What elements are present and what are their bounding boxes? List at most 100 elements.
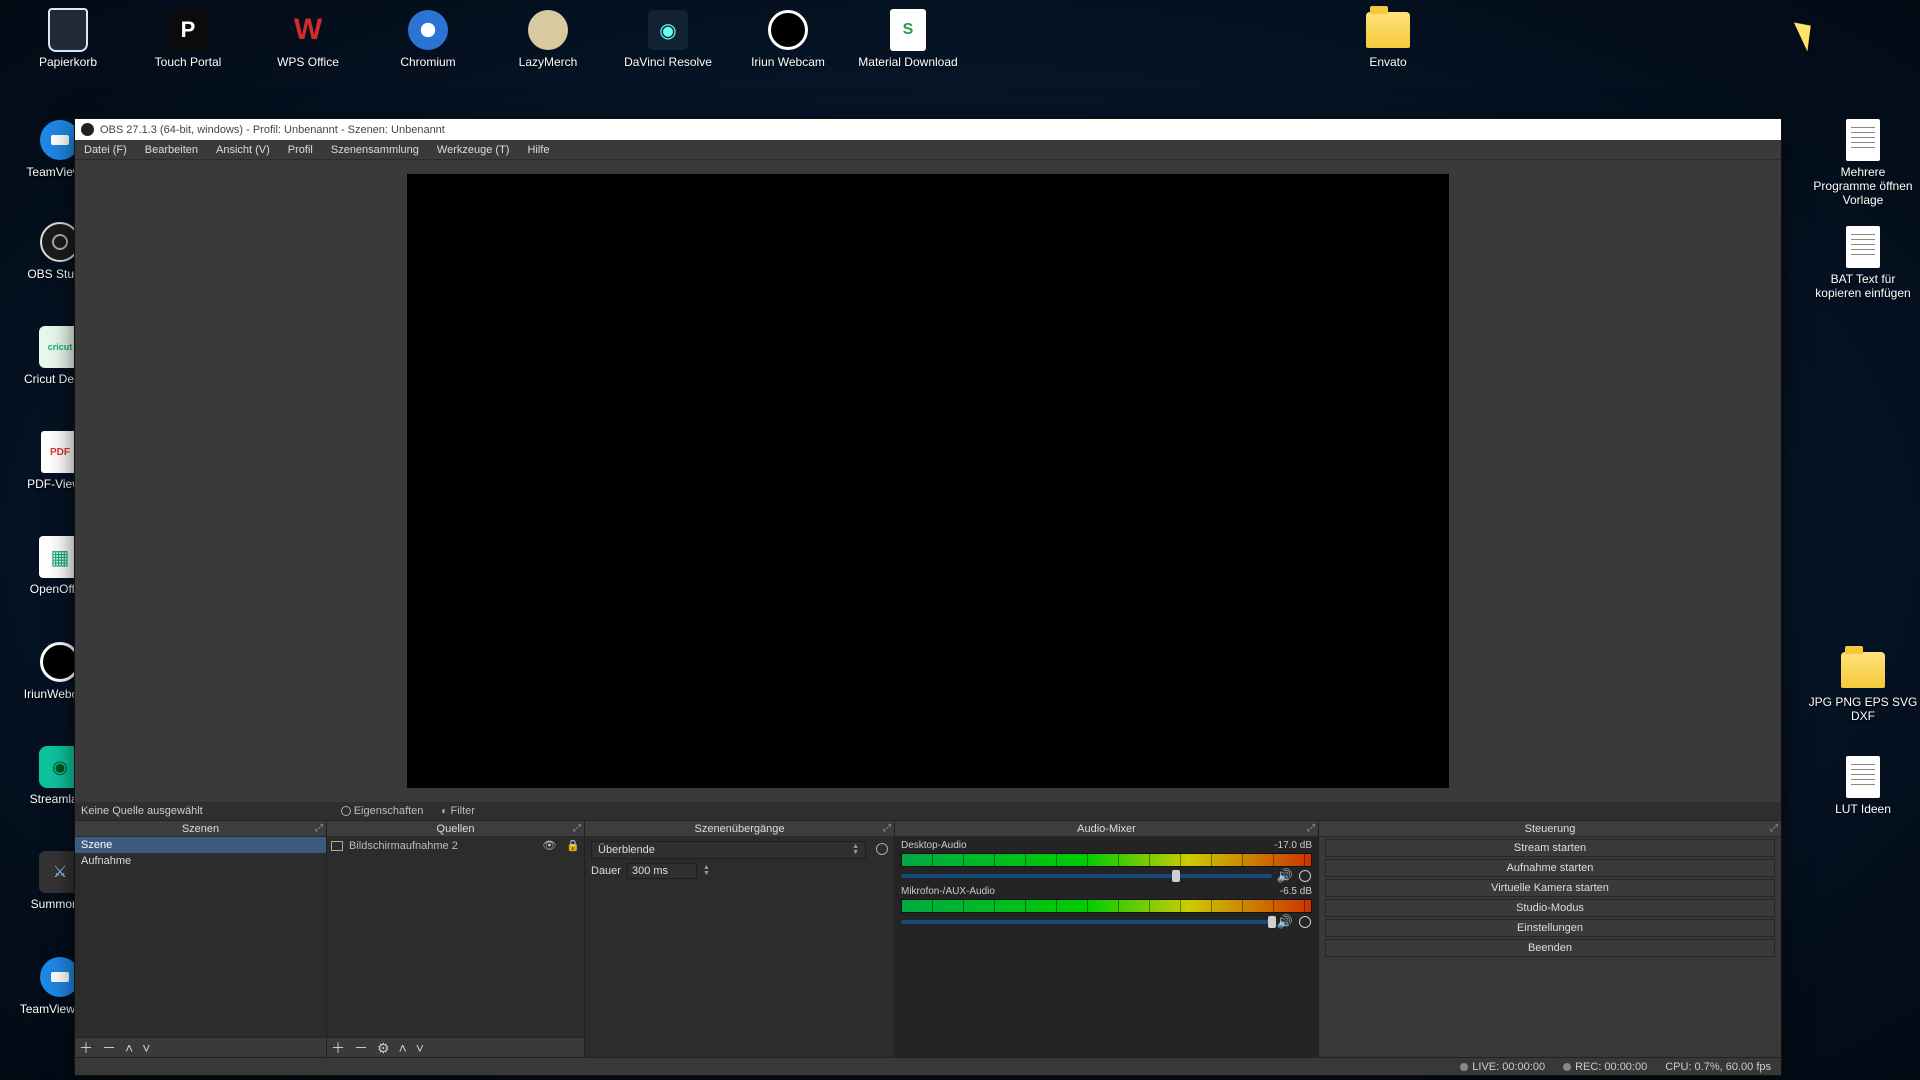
icon-label: Touch Portal: [155, 56, 222, 70]
spinner-icon[interactable]: ▲▼: [852, 844, 859, 856]
dock-header-mixer[interactable]: Audio-Mixer ⤢: [895, 821, 1318, 837]
filter-icon: ◐: [441, 806, 447, 817]
dock-sources: Quellen ⤢ Bildschirmaufnahme 2 👁 🔒 ＋ － ⚙…: [327, 821, 585, 1057]
desktop-icon-papierkorb[interactable]: Papierkorb: [18, 8, 118, 70]
desktop-icon-vorlage[interactable]: Mehrere Programme öffnen Vorlage: [1808, 118, 1918, 207]
slider-thumb[interactable]: [1268, 916, 1276, 928]
source-label: Bildschirmaufnahme 2: [349, 840, 458, 852]
channel-name: Desktop-Audio: [901, 840, 967, 851]
desktop-icon-lut[interactable]: LUT Ideen: [1808, 755, 1918, 817]
transition-settings-button[interactable]: [876, 843, 888, 855]
desktop-icon-davinci[interactable]: ◉DaVinci Resolve: [618, 8, 718, 70]
source-up-button[interactable]: ˄: [399, 1041, 407, 1055]
dock-header-transitions[interactable]: Szenenübergänge ⤢: [585, 821, 894, 837]
app-icon: P: [166, 8, 210, 52]
dock-audio-mixer: Audio-Mixer ⤢ Desktop-Audio -17.0 dB 🔊: [895, 821, 1319, 1057]
scene-item[interactable]: Aufnahme: [75, 853, 326, 869]
icon-label: Envato: [1369, 56, 1406, 70]
gear-icon: [341, 806, 351, 816]
studio-mode-button[interactable]: Studio-Modus: [1325, 899, 1775, 917]
desktop-icon-lazymerch[interactable]: LazyMerch: [498, 8, 598, 70]
desktop-icon-iriun[interactable]: Iriun Webcam: [738, 8, 838, 70]
settings-button[interactable]: Einstellungen: [1325, 919, 1775, 937]
popout-icon[interactable]: ⤢: [883, 823, 891, 834]
lock-icon[interactable]: 🔒: [566, 839, 580, 852]
icon-label: JPG PNG EPS SVG DXF: [1808, 696, 1918, 724]
scene-down-button[interactable]: ˅: [142, 1041, 150, 1055]
dock-title: Szenen: [182, 823, 219, 835]
dock-header-sources[interactable]: Quellen ⤢: [327, 821, 584, 837]
status-cpu: CPU: 0.7%, 60.00 fps: [1665, 1061, 1771, 1073]
mute-icon[interactable]: 🔊: [1278, 869, 1292, 883]
icon-label: LazyMerch: [519, 56, 578, 70]
icon-label: Papierkorb: [39, 56, 97, 70]
transitions-body: Überblende ▲▼ Dauer ▲▼: [585, 837, 894, 1057]
menu-werkzeuge[interactable]: Werkzeuge (T): [428, 144, 519, 156]
channel-settings-icon[interactable]: [1298, 915, 1312, 929]
obs-window: OBS 27.1.3 (64-bit, windows) - Profil: U…: [74, 118, 1782, 1076]
popout-icon[interactable]: ⤢: [1770, 823, 1778, 834]
desktop-icon-touch-portal[interactable]: P Touch Portal: [138, 8, 238, 70]
remove-source-button[interactable]: －: [354, 1041, 368, 1055]
start-stream-button[interactable]: Stream starten: [1325, 839, 1775, 857]
desktop-icon-chromium[interactable]: Chromium: [378, 8, 478, 70]
menu-hilfe[interactable]: Hilfe: [518, 144, 558, 156]
slider-thumb[interactable]: [1172, 870, 1180, 882]
volume-slider[interactable]: [901, 920, 1272, 924]
document-icon: [1841, 118, 1885, 162]
mixer-channel: Mikrofon-/AUX-Audio -6.5 dB 🔊: [895, 883, 1318, 929]
volume-slider[interactable]: [901, 874, 1272, 878]
channel-settings-icon[interactable]: [1298, 869, 1312, 883]
dock-header-scenes[interactable]: Szenen ⤢: [75, 821, 326, 837]
popout-icon[interactable]: ⤢: [315, 823, 323, 834]
icon-label: Iriun Webcam: [751, 56, 825, 70]
menu-bearbeiten[interactable]: Bearbeiten: [136, 144, 207, 156]
remove-scene-button[interactable]: －: [102, 1041, 116, 1055]
dock-title: Steuerung: [1525, 823, 1576, 835]
preview-area[interactable]: [75, 160, 1781, 802]
popout-icon[interactable]: ⤢: [1307, 823, 1315, 834]
source-toolbar: Keine Quelle ausgewählt Eigenschaften ◐F…: [75, 802, 1781, 820]
level-meter: [901, 853, 1312, 867]
menu-szenensammlung[interactable]: Szenensammlung: [322, 144, 428, 156]
source-settings-button[interactable]: ⚙: [377, 1041, 390, 1055]
menu-ansicht[interactable]: Ansicht (V): [207, 144, 279, 156]
filter-button[interactable]: ◐Filter: [435, 805, 481, 817]
spinner-icon[interactable]: ▲▼: [703, 865, 710, 877]
status-live-text: LIVE: 00:00:00: [1472, 1061, 1545, 1073]
menu-datei[interactable]: Datei (F): [75, 144, 136, 156]
add-scene-button[interactable]: ＋: [79, 1041, 93, 1055]
mute-icon[interactable]: 🔊: [1278, 915, 1292, 929]
scene-up-button[interactable]: ˄: [125, 1041, 133, 1055]
filter-label: Filter: [450, 805, 474, 817]
status-bar: LIVE: 00:00:00 REC: 00:00:00 CPU: 0.7%, …: [75, 1057, 1781, 1075]
transition-select[interactable]: Überblende ▲▼: [591, 841, 866, 859]
start-virtualcam-button[interactable]: Virtuelle Kamera starten: [1325, 879, 1775, 897]
desktop-icon-wps[interactable]: WWPS Office: [258, 8, 358, 70]
source-item[interactable]: Bildschirmaufnahme 2 👁 🔒: [327, 837, 584, 854]
window-titlebar[interactable]: OBS 27.1.3 (64-bit, windows) - Profil: U…: [75, 119, 1781, 140]
duration-label: Dauer: [591, 865, 621, 877]
start-recording-button[interactable]: Aufnahme starten: [1325, 859, 1775, 877]
icon-label: Material Download: [858, 56, 957, 70]
desktop-icon-material-download[interactable]: SMaterial Download: [858, 8, 958, 70]
scene-item[interactable]: Szene: [75, 837, 326, 853]
add-source-button[interactable]: ＋: [331, 1041, 345, 1055]
desktop-icon-jpg-folder[interactable]: JPG PNG EPS SVG DXF: [1808, 648, 1918, 724]
exit-button[interactable]: Beenden: [1325, 939, 1775, 957]
no-source-label: Keine Quelle ausgewählt: [81, 805, 203, 817]
properties-button[interactable]: Eigenschaften: [335, 805, 430, 817]
menu-profil[interactable]: Profil: [279, 144, 322, 156]
desktop-icon-envato[interactable]: Envato: [1338, 8, 1438, 70]
preview-canvas[interactable]: [407, 174, 1449, 788]
duration-input[interactable]: [627, 863, 697, 879]
source-down-button[interactable]: ˅: [416, 1041, 424, 1055]
mixer-channel: Desktop-Audio -17.0 dB 🔊: [895, 837, 1318, 883]
channel-db: -17.0 dB: [1274, 840, 1312, 851]
dock-scenes: Szenen ⤢ Szene Aufnahme ＋ － ˄ ˅: [75, 821, 327, 1057]
visibility-icon[interactable]: 👁: [542, 839, 556, 852]
desktop-icon-bat[interactable]: BAT Text für kopieren einfügen: [1808, 225, 1918, 301]
popout-icon[interactable]: ⤢: [573, 823, 581, 834]
dock-header-controls[interactable]: Steuerung ⤢: [1319, 821, 1781, 837]
dock-title: Audio-Mixer: [1077, 823, 1136, 835]
